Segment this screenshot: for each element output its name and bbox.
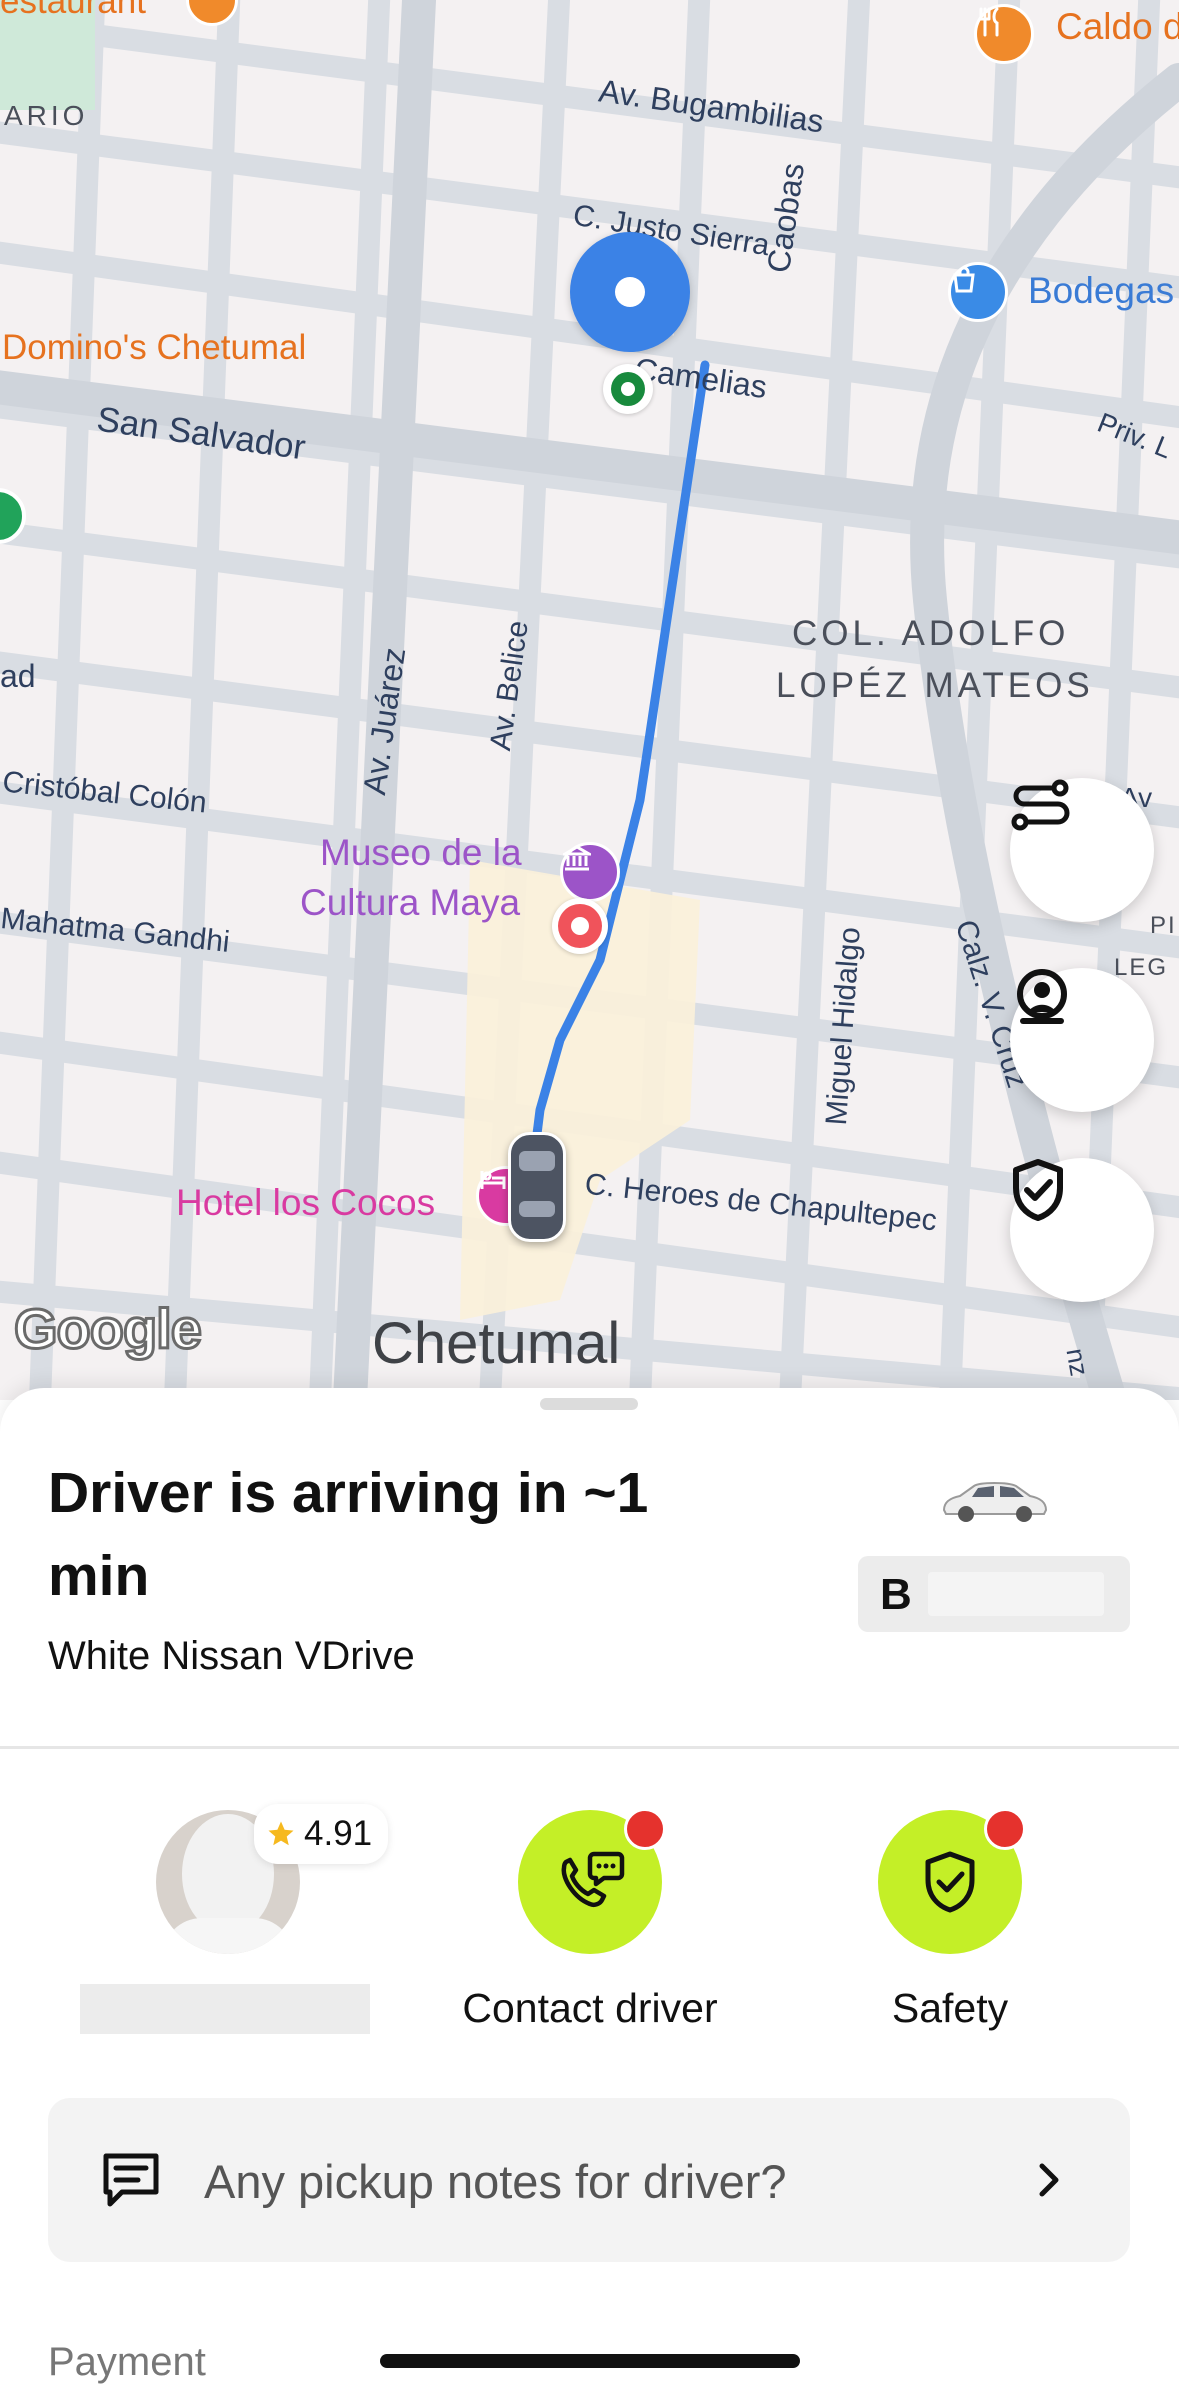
driver-rating-value: 4.91 [304,1814,373,1853]
pickup-notes-placeholder: Any pickup notes for driver? [204,2155,787,2208]
map-view[interactable]: Av. Bugambilias C. Justo Sierra Caobas C… [0,0,1179,1400]
poi-label-museo-line2[interactable]: Cultura Maya [300,882,520,924]
google-logo: Google [13,1296,204,1362]
museum-pin-icon[interactable] [560,842,620,902]
restaurant-pin-icon[interactable] [974,4,1034,64]
license-plate: B [858,1556,1130,1632]
shield-check-icon [1013,1159,1063,1221]
chevron-right-icon [1039,2163,1059,2197]
vehicle-description: White Nissan VDrive [48,1634,415,1678]
pickup-notes-field[interactable]: Any pickup notes for driver? [48,2098,1130,2262]
shopping-bag-icon [953,266,975,293]
contact-driver-label[interactable]: Contact driver [430,1985,750,2032]
poi-label-museo-line1[interactable]: Museo de la [320,832,522,874]
route-button[interactable] [1010,778,1154,922]
bed-icon [480,1171,506,1189]
street-label-fragment-ad: ad [0,658,36,694]
contact-notification-badge [624,1808,666,1850]
phone-chat-icon [561,1851,625,1908]
safety-toolkit-button[interactable] [1010,1158,1154,1302]
route-icon [1011,779,1070,831]
home-indicator[interactable] [380,2354,800,2368]
plate-prefix: B [880,1570,912,1619]
district-fragment-ario: ARIO [4,100,89,131]
payment-section-label: Payment [48,2340,206,2384]
pickup-point-icon [603,364,653,414]
sheet-drag-handle[interactable] [540,1398,638,1410]
district-fragment-p: PI [1150,912,1177,939]
section-divider [0,1746,1179,1749]
fork-knife-icon [979,7,999,37]
message-icon [103,2153,159,2207]
waypoint-marker-icon [552,898,608,954]
driver-name-redacted [80,1984,370,2034]
street-label-fragment-nz: nz [1060,1346,1095,1379]
plate-redacted [928,1572,1104,1616]
shopping-bag-pin-icon[interactable] [948,262,1008,322]
poi-label-dominos[interactable]: Domino's Chetumal [2,328,306,368]
poi-label-caldo[interactable]: Caldo d [1056,6,1179,48]
car-thumbnail-icon [942,1482,1048,1522]
live-location-icon [1017,969,1067,1024]
poi-label-hotel[interactable]: Hotel los Cocos [176,1182,435,1224]
district-label-line2: LOPÉZ MATEOS [776,666,1094,705]
district-fragment-leg: LEG [1114,954,1169,981]
star-icon [268,1821,294,1846]
current-location-icon [570,232,690,352]
shield-check-icon [925,1851,975,1913]
share-location-button[interactable] [1010,968,1154,1112]
driver-car-icon [508,1132,566,1242]
poi-label-bodegas[interactable]: Bodegas [1028,270,1174,312]
safety-label[interactable]: Safety [850,1985,1050,2032]
district-label-line1: COL. ADOLFO [792,614,1070,653]
arrival-status-title: Driver is arriving in ~1 min [48,1461,649,1608]
museum-icon [563,845,591,871]
poi-label-restaurant[interactable]: estaurant [0,0,146,22]
safety-notification-badge [984,1808,1026,1850]
city-label: Chetumal [372,1311,621,1376]
driver-rating-badge: 4.91 [254,1804,389,1864]
